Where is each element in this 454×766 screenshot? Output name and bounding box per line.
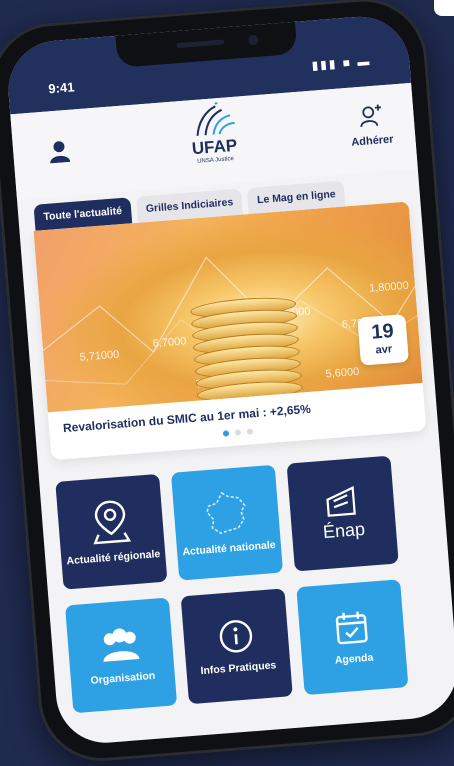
tile-label: Actualité nationale: [181, 538, 276, 558]
people-icon: [103, 627, 140, 662]
tile-agenda[interactable]: Agenda: [296, 579, 409, 696]
corner-card: [434, 0, 454, 16]
tile-label: Organisation: [90, 669, 156, 687]
tile-infos-pratiques[interactable]: Infos Pratiques: [180, 588, 293, 705]
carousel-dot[interactable]: [234, 429, 242, 436]
date-month: avr: [375, 343, 393, 357]
user-icon[interactable]: [47, 140, 73, 169]
tile-actualite-regionale[interactable]: Actualité régionale: [55, 473, 168, 590]
tile-label: Actualité régionale: [66, 547, 161, 567]
map-pin-icon: [93, 500, 132, 544]
speaker: [176, 39, 225, 49]
tile-label: Agenda: [334, 651, 374, 667]
news-image: 5,71000 6,7000 1,45000 6,75000 1,80000 7…: [33, 201, 423, 413]
info-icon: [219, 619, 253, 653]
carousel-dot[interactable]: [222, 430, 230, 437]
adherer-button[interactable]: Adhérer: [348, 103, 394, 149]
france-map-icon: [206, 491, 246, 534]
adherer-label: Adhérer: [350, 133, 394, 149]
tile-actualite-nationale[interactable]: Actualité nationale: [170, 464, 284, 581]
phone-screen: 9:41 ▮▮▮ ■ ▬ UFAP UNSA Justice Adhérer T…: [4, 13, 454, 747]
user-icon-svg: [50, 141, 71, 164]
status-time: 9:41: [47, 79, 75, 97]
coin-stack-icon: [189, 294, 304, 405]
phone-frame: 9:41 ▮▮▮ ■ ▬ UFAP UNSA Justice Adhérer T…: [0, 0, 454, 766]
status-icons: ▮▮▮ ■ ▬: [311, 53, 372, 73]
tile-organisation[interactable]: Organisation: [65, 597, 178, 714]
notch: [115, 21, 298, 68]
ufap-logo: UFAP UNSA Justice: [185, 100, 242, 166]
tile-label: Infos Pratiques: [200, 658, 277, 677]
enap-logo-icon: [326, 485, 356, 517]
camera: [247, 34, 259, 46]
carousel-dot[interactable]: [246, 428, 254, 435]
calendar-icon: [335, 611, 368, 644]
add-user-icon: [360, 104, 381, 128]
tile-enap[interactable]: Énap: [286, 455, 399, 572]
news-card[interactable]: 5,71000 6,7000 1,45000 6,75000 1,80000 7…: [33, 201, 427, 461]
tile-label: Énap: [322, 518, 366, 542]
date-badge: 19 avr: [357, 314, 409, 366]
menu-grid: Actualité régionale Actualité nationale …: [38, 430, 454, 737]
logo-rays-icon: [196, 100, 235, 136]
